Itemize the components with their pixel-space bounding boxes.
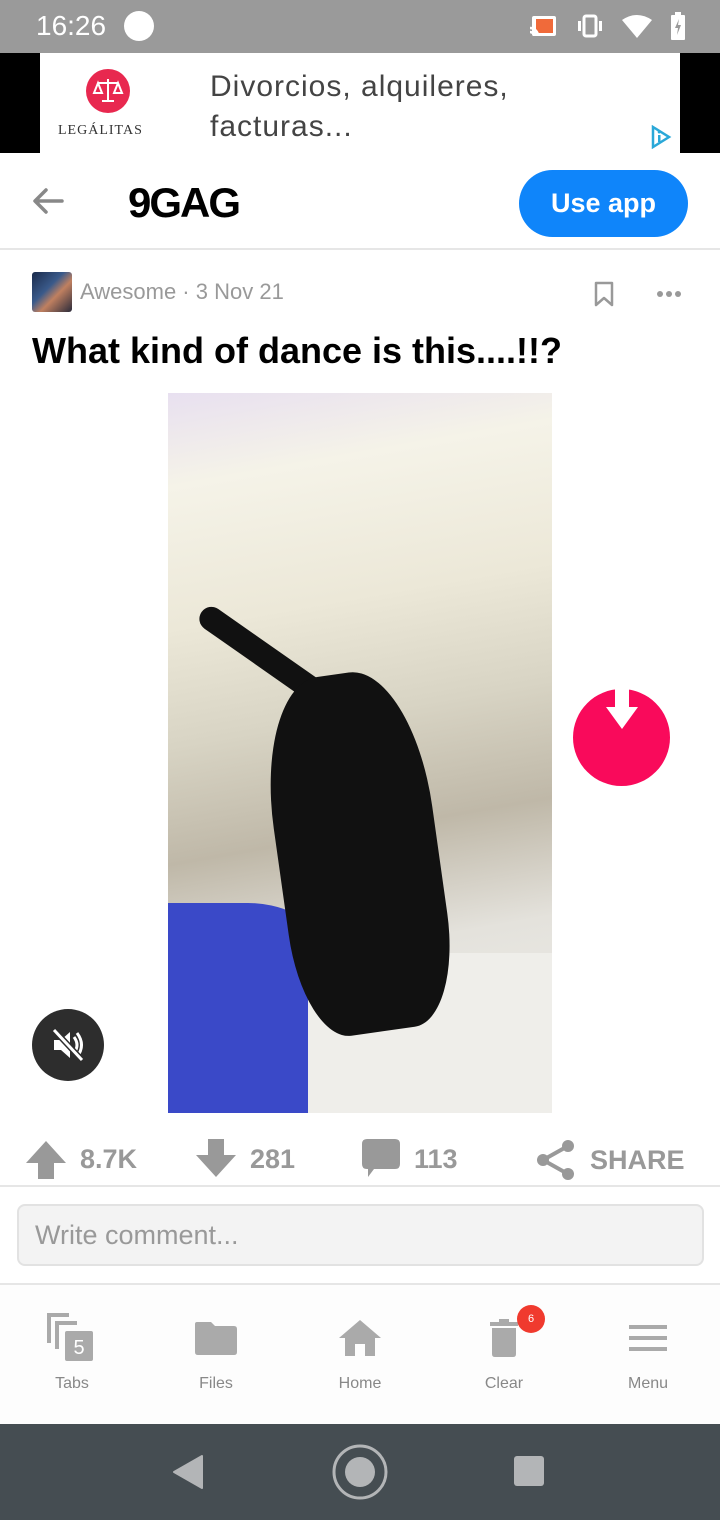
post-title: What kind of dance is this....!!? xyxy=(32,330,563,371)
notification-dot-icon xyxy=(124,11,154,41)
ad-content[interactable]: LEGÁLITAS Divorcios, alquileres, factura… xyxy=(40,53,680,153)
home-icon xyxy=(338,1313,382,1363)
downvote-button[interactable]: 281 xyxy=(196,1139,295,1179)
more-options-icon[interactable] xyxy=(656,290,682,298)
use-app-button[interactable]: Use app xyxy=(519,170,688,237)
nav-tabs[interactable]: 5 Tabs xyxy=(17,1313,127,1393)
trash-icon: 6 xyxy=(489,1305,545,1363)
wifi-icon xyxy=(622,15,652,38)
menu-icon xyxy=(629,1313,667,1363)
ad-headline-line1: Divorcios, alquileres, xyxy=(210,70,509,103)
status-icons xyxy=(528,12,686,40)
share-label: SHARE xyxy=(590,1144,685,1175)
system-back-icon[interactable] xyxy=(172,1454,204,1490)
back-arrow-icon[interactable] xyxy=(30,183,66,219)
comments-button[interactable]: 113 xyxy=(362,1139,458,1179)
mute-toggle-button[interactable] xyxy=(32,1009,104,1081)
browser-bottom-nav: 5 Tabs Files Home 6 Clear Menu xyxy=(0,1285,720,1424)
ad-headline-line2: facturas... xyxy=(210,110,353,143)
9gag-logo[interactable]: 9GAG xyxy=(128,179,241,227)
post-actions: 8.7K 281 113 SHARE xyxy=(0,1135,720,1187)
folder-icon xyxy=(194,1313,238,1363)
bookmark-icon[interactable] xyxy=(593,281,615,307)
ad-headline: Divorcios, alquileres, facturas... xyxy=(210,67,509,147)
post-section-date[interactable]: Awesome · 3 Nov 21 xyxy=(80,279,284,305)
downvote-count: 281 xyxy=(250,1143,296,1174)
nav-clear[interactable]: 6 Clear xyxy=(449,1305,559,1393)
nav-clear-label: Clear xyxy=(484,1375,524,1392)
ad-banner[interactable]: LEGÁLITAS Divorcios, alquileres, factura… xyxy=(0,53,720,153)
cast-icon xyxy=(529,16,556,37)
comment-count: 113 xyxy=(414,1143,458,1174)
ad-choices-icon[interactable] xyxy=(650,125,672,149)
comment-input[interactable] xyxy=(17,1204,704,1266)
nav-home-label: Home xyxy=(338,1375,382,1392)
clear-count-badge: 6 xyxy=(517,1305,545,1333)
nav-menu[interactable]: Menu xyxy=(593,1313,703,1393)
nav-files[interactable]: Files xyxy=(161,1313,271,1393)
download-arrow-icon xyxy=(606,689,638,729)
share-button[interactable]: SHARE xyxy=(536,1139,685,1181)
vibrate-icon xyxy=(578,14,602,38)
download-button[interactable] xyxy=(573,689,670,786)
status-time: 16:26 xyxy=(36,10,107,41)
status-bar: 16:26 xyxy=(0,0,720,53)
tabs-icon: 5 xyxy=(47,1313,97,1363)
nav-files-label: Files xyxy=(199,1375,233,1392)
ad-brand-name: LEGÁLITAS xyxy=(58,123,143,138)
downvote-arrow-icon xyxy=(196,1139,236,1177)
share-icon xyxy=(537,1140,574,1180)
post-video[interactable] xyxy=(168,393,552,1113)
nav-menu-label: Menu xyxy=(627,1375,669,1392)
system-navigation-bar xyxy=(0,1424,720,1520)
section-avatar[interactable] xyxy=(32,272,72,312)
system-home-icon[interactable] xyxy=(331,1443,389,1501)
nav-tabs-label: Tabs xyxy=(55,1375,89,1392)
battery-charging-icon xyxy=(671,12,685,40)
tabs-count: 5 xyxy=(73,1337,84,1359)
comment-bubble-icon xyxy=(362,1139,400,1177)
post-meta: Awesome · 3 Nov 21 xyxy=(32,272,284,312)
upvote-arrow-icon xyxy=(26,1141,66,1179)
site-header: 9GAG Use app xyxy=(0,153,720,250)
upvote-button[interactable]: 8.7K xyxy=(26,1139,137,1179)
upvote-count: 8.7K xyxy=(80,1143,138,1174)
ad-brand-logo xyxy=(86,69,130,113)
volume-muted-icon xyxy=(51,1027,85,1063)
system-recents-icon[interactable] xyxy=(513,1455,545,1487)
nav-home[interactable]: Home xyxy=(305,1313,415,1393)
